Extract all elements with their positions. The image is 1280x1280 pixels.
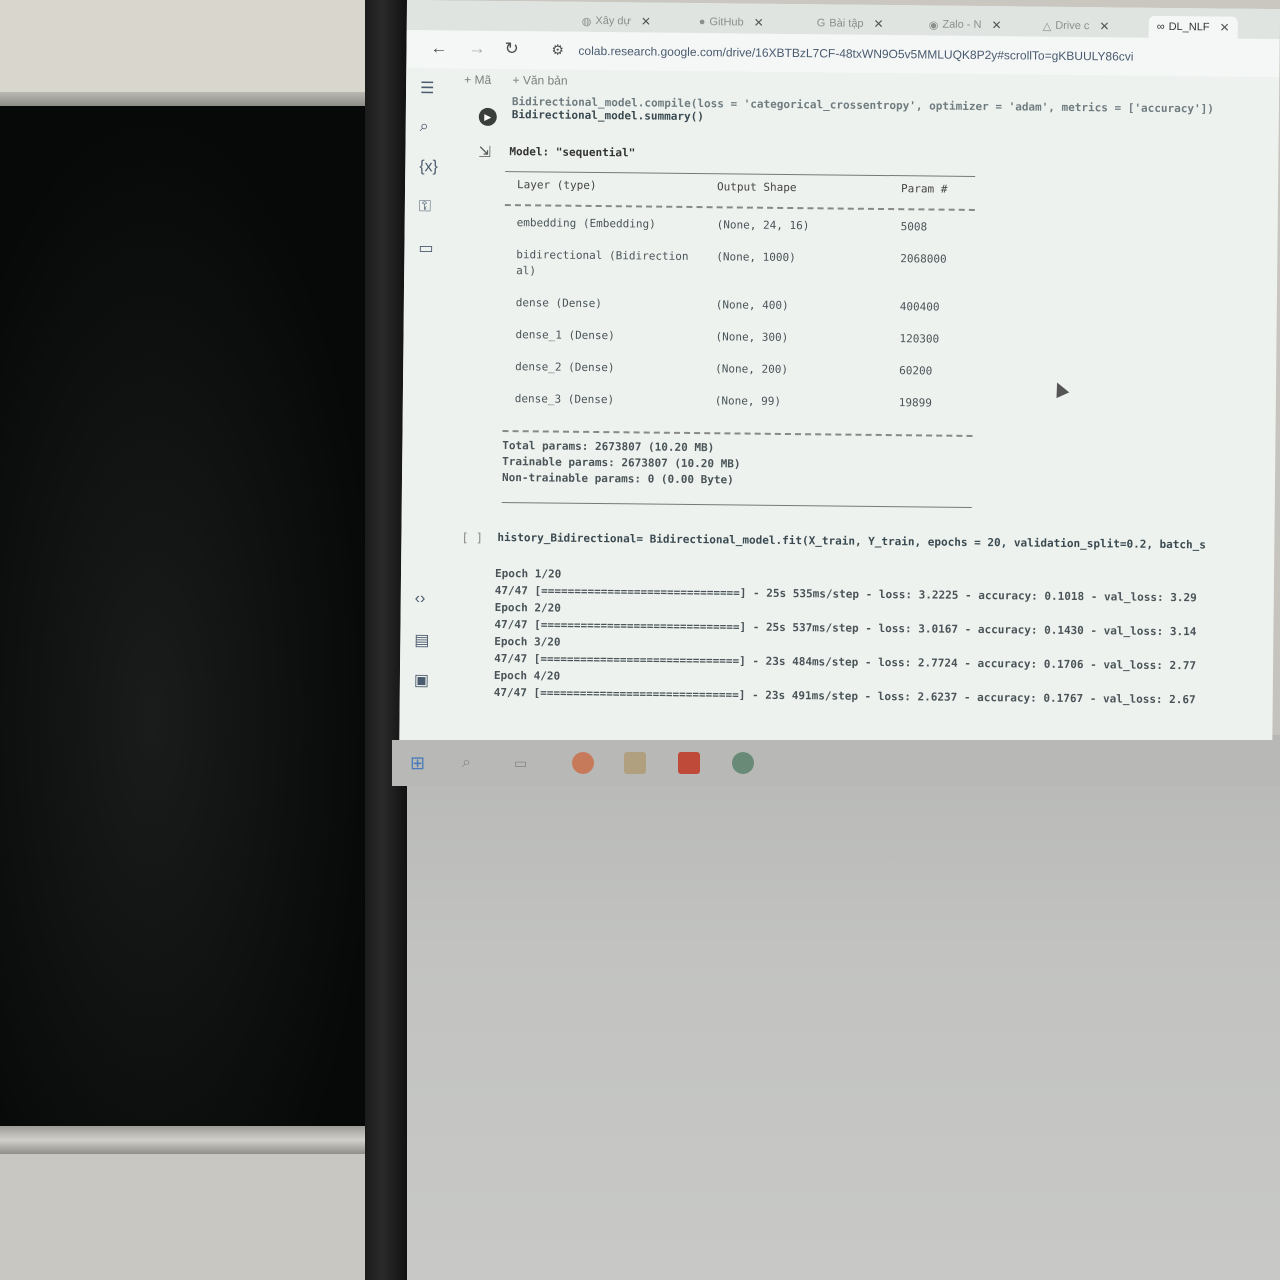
tab-5[interactable]: △ Drive c ✕: [1043, 15, 1110, 38]
table-row: dense (Dense) (None, 400) 400400: [515, 296, 940, 314]
github-icon: ●: [698, 16, 706, 29]
close-icon[interactable]: ✕: [754, 16, 764, 30]
chrome-icon[interactable]: [572, 752, 594, 774]
add-code-button[interactable]: + Mã: [464, 73, 491, 87]
tab-3[interactable]: G Bài tập ✕: [817, 12, 884, 35]
variables-icon[interactable]: {x}: [419, 158, 438, 176]
code-snippets-icon[interactable]: ‹›: [415, 590, 426, 608]
url-field[interactable]: colab.research.google.com/drive/16XBTBzL…: [578, 44, 1133, 64]
windows-start-icon[interactable]: ⊞: [410, 752, 432, 774]
colab-sidebar: ☰ ⌕ {x} ⚿ ▭ ‹› ▤ ▣: [399, 67, 457, 719]
close-icon[interactable]: ✕: [1219, 21, 1229, 35]
forward-icon[interactable]: →: [468, 39, 485, 59]
blackboard-chalk-tray: [0, 1126, 380, 1154]
projection-screen-lower: [392, 735, 1280, 1280]
toc-icon[interactable]: ☰: [420, 78, 435, 98]
chrome-profile-icon[interactable]: [732, 752, 754, 774]
close-icon[interactable]: ✕: [641, 14, 651, 28]
close-icon[interactable]: ✕: [874, 17, 884, 31]
code-line: history_Bidirectional= Bidirectional_mod…: [497, 530, 1207, 552]
file-explorer-icon[interactable]: [624, 752, 646, 774]
command-palette-icon[interactable]: ▤: [414, 630, 429, 650]
blackboard-top-rail: [0, 92, 380, 106]
task-view-icon[interactable]: ▭: [514, 752, 536, 774]
table-row: dense_3 (Dense) (None, 99) 19899: [514, 392, 933, 410]
tab-4[interactable]: ◉ Zalo - N ✕: [929, 13, 1002, 36]
address-bar: ← → ↻ ⚙ colab.research.google.com/drive/…: [406, 29, 1280, 78]
fit-code-cell[interactable]: [ ] history_Bidirectional= Bidirectional…: [461, 531, 1280, 707]
colab-toolbar: + Mã + Văn bản: [464, 73, 586, 88]
table-row: embedding (Embedding) (None, 24, 16) 500…: [516, 216, 928, 234]
back-icon[interactable]: ←: [430, 38, 447, 58]
folder-icon[interactable]: ▭: [418, 238, 433, 258]
zalo-icon: ◉: [928, 18, 939, 32]
reload-icon[interactable]: ↻: [504, 39, 518, 59]
colab-icon: ∞: [1156, 20, 1165, 33]
site-settings-icon[interactable]: ⚙: [551, 42, 564, 59]
taskbar: ⊞ ⌕ ▭: [392, 740, 1280, 786]
table-row: bidirectional (Bidirection al) (None, 10…: [516, 248, 947, 278]
wall-bottom: [0, 1154, 395, 1280]
secrets-key-icon[interactable]: ⚿: [419, 198, 431, 216]
tab-2[interactable]: ● GitHub ✕: [699, 11, 764, 34]
blackboard: [0, 106, 380, 1126]
search-icon[interactable]: ⌕: [462, 752, 484, 774]
projected-browser-window: ◍ Xây dự ✕ ● GitHub ✕ G Bài tập ✕ ◉ Zalo - N ✕ △…: [399, 0, 1280, 750]
close-icon[interactable]: ✕: [1099, 19, 1109, 33]
add-text-button[interactable]: + Văn bản: [512, 73, 567, 88]
terminal-icon[interactable]: ▣: [414, 670, 429, 690]
table-header: Layer (type) Output Shape Param #: [517, 178, 948, 196]
search-icon[interactable]: ⌕: [420, 118, 429, 136]
table-row: dense_2 (Dense) (None, 200) 60200: [515, 360, 933, 378]
close-icon[interactable]: ✕: [991, 18, 1001, 32]
tab-6-active[interactable]: ∞ DL_NLF ✕: [1148, 15, 1238, 39]
table-row: dense_1 (Dense) (None, 300) 120300: [515, 328, 940, 346]
wall-top: [0, 0, 380, 95]
code-cell[interactable]: Bidirectional_model.compile(loss = 'cate…: [476, 95, 1276, 129]
globe-icon: ◍: [581, 15, 592, 28]
divider: [501, 502, 972, 508]
powerpoint-icon[interactable]: [678, 752, 700, 774]
training-log: Epoch 1/20 47/47 [======================…: [494, 567, 1280, 711]
cell-execution-count: [ ]: [461, 530, 484, 545]
mouse-cursor-icon: [1050, 379, 1070, 399]
tab-1[interactable]: ◍ Xây dự ✕: [582, 10, 651, 33]
output-menu-icon[interactable]: ⇲: [478, 143, 491, 161]
google-icon: G: [816, 17, 826, 30]
drive-icon: △: [1042, 20, 1052, 33]
model-summary-table: Layer (type) Output Shape Param # embedd…: [501, 171, 976, 508]
model-name: Model: "sequential": [509, 145, 636, 160]
